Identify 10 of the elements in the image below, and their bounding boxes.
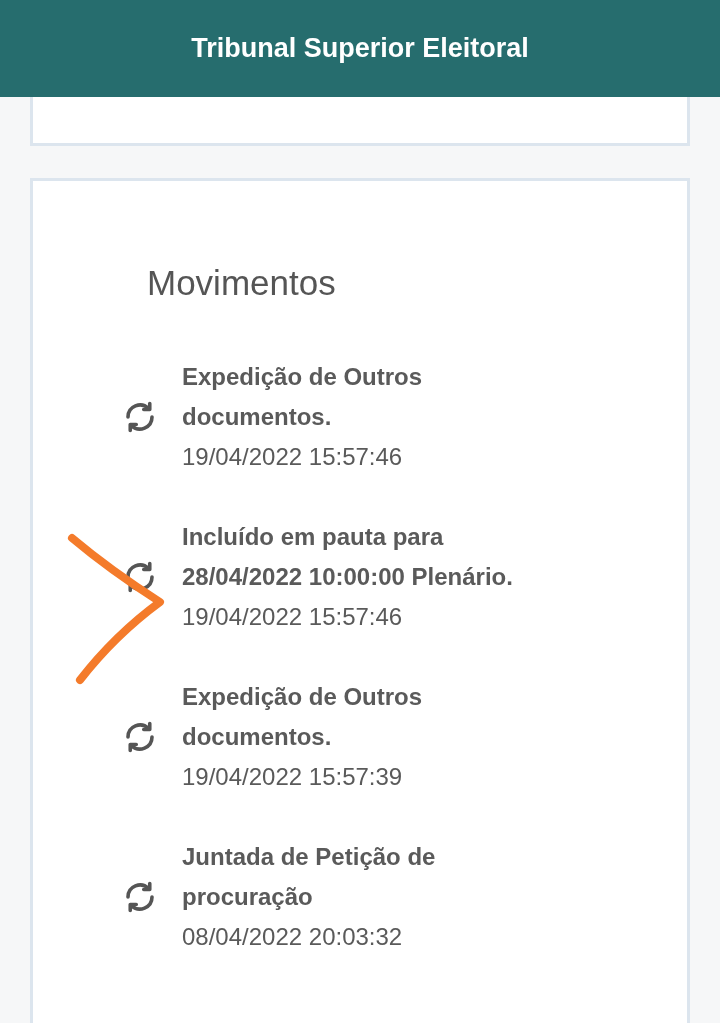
header-title: Tribunal Superior Eleitoral (191, 32, 529, 66)
movement-timestamp: 08/04/2022 20:03:32 (182, 922, 404, 952)
movement-description: Expedição de Outros documentos. (182, 362, 423, 432)
movement-description: Expedição de Outros documentos. (182, 682, 423, 752)
movement-timestamp: 19/04/2022 15:57:46 (182, 602, 404, 632)
movement-description: Juntada de Petição de procuração (182, 842, 436, 912)
movement-timestamp: 19/04/2022 15:57:39 (182, 762, 404, 792)
movement-timestamp: 19/04/2022 15:57:46 (182, 442, 404, 472)
movement-description: Incluído em pauta para 28/04/2022 10:00:00 Plenário. (182, 522, 513, 592)
section-title: Movimentos (147, 262, 337, 304)
